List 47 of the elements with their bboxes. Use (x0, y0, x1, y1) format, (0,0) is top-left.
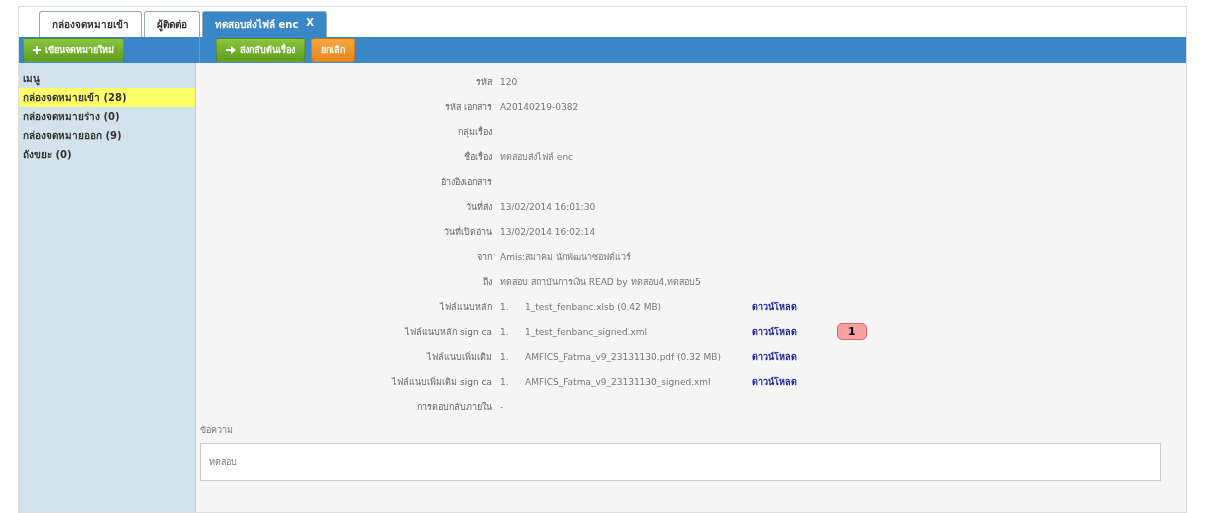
download-link[interactable]: ดาวน์โหลด (752, 374, 797, 389)
file-name: 1_test_fenbanc_signed.xml (525, 326, 649, 337)
sidebar-item[interactable]: กล่องจดหมายออก (9) (19, 126, 195, 145)
field-value: 13/02/2014 16:01:30 (500, 201, 596, 212)
file-name: AMFICS_Fatma_v9_23131130.pdf (0.32 MB) (525, 351, 722, 362)
tab[interactable]: ผู้ติดต่อ (144, 11, 200, 37)
field-label: ชื่อเรื่อง (463, 150, 493, 164)
field-label: จาก (476, 250, 493, 264)
field-label: การตอบกลับภายใน (416, 400, 493, 414)
download-link[interactable]: ดาวน์โหลด (752, 324, 797, 339)
field-label: ถึง (482, 275, 493, 289)
tab[interactable]: ทดสอบส่งไฟล์ enc X (202, 11, 328, 37)
item-number: 1. (500, 376, 510, 387)
file-name: 1_test_fenbanc.xlsb (0.42 MB) (525, 301, 663, 312)
field-label: รหัส (475, 75, 493, 89)
field-label: กลุ่มเรื่อง (457, 125, 493, 139)
item-number: 1. (500, 351, 510, 362)
message-label: ข้อความ (200, 424, 234, 437)
sidebar-heading: เมนู (22, 72, 41, 88)
sidebar-item[interactable]: กล่องจดหมายเข้า (28) (19, 88, 195, 107)
callout-badge: 1 (837, 323, 867, 340)
message-field[interactable]: ทดสอบ (200, 443, 1161, 481)
download-link[interactable]: ดาวน์โหลด (752, 349, 797, 364)
field-label: ไฟล์แนบหลัก sign ca (403, 325, 493, 339)
arrow-right-icon (226, 46, 236, 54)
file-name: AMFICS_Fatma_v9_23131130_signed.xml (525, 376, 712, 387)
field-value: A20140219-0382 (500, 101, 579, 112)
field-value: 120 (500, 76, 518, 87)
tab[interactable]: กล่องจดหมายเข้า (39, 11, 142, 37)
field-label: รหัส เอกสาร (444, 100, 493, 114)
item-number: 1. (500, 301, 510, 312)
field-value: ทดสอบ สถาบันการเงิน READ by ทดสอบ4,ทดสอบ5 (500, 275, 701, 289)
download-link[interactable]: ดาวน์โหลด (752, 299, 797, 314)
field-label: วันที่ส่ง (465, 200, 493, 214)
field-label: ไฟล์แนบเพิ่มเติม (425, 350, 493, 364)
field-value: ทดสอบส่งไฟล์ enc (500, 150, 574, 164)
field-label: อ้างอิงเอกสาร (440, 175, 493, 189)
field-value: - (500, 401, 504, 412)
sidebar-item[interactable]: ถังขยะ (0) (19, 145, 195, 164)
field-value: 13/02/2014 16:02:14 (500, 226, 596, 237)
field-label: วันที่เปิดอ่าน (443, 225, 493, 239)
plus-icon (33, 46, 41, 54)
sidebar-item[interactable]: กล่องจดหมายร่าง (0) (19, 107, 195, 126)
field-value: Amis:สมาคม นักพัฒนาซอฟต์แวร์ (500, 250, 631, 264)
item-number: 1. (500, 326, 510, 337)
field-label: ไฟล์แนบเพิ่มเติม sign ca (390, 375, 493, 389)
field-label: ไฟล์แนบหลัก (438, 300, 493, 314)
